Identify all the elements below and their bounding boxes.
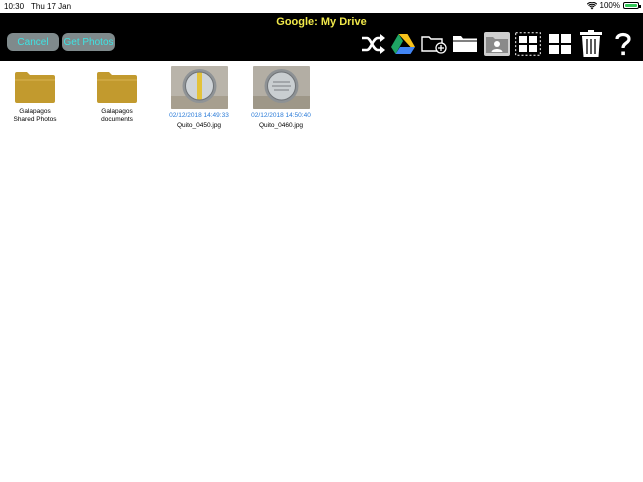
trash-icon[interactable] bbox=[578, 30, 604, 57]
photo-item[interactable]: 02/12/2018 14:50:40 Quito_0460.jpg bbox=[241, 61, 321, 130]
photo-timestamp: 02/12/2018 14:50:40 bbox=[251, 112, 311, 119]
status-right: 100% bbox=[586, 1, 641, 10]
photo-filename: Quito_0460.jpg bbox=[258, 122, 304, 129]
folder-label: Galapagos Shared Photos bbox=[13, 108, 57, 123]
photo-thumbnail bbox=[252, 66, 310, 109]
google-drive-icon[interactable] bbox=[390, 31, 416, 57]
page-title: Google: My Drive bbox=[276, 16, 367, 28]
help-icon[interactable] bbox=[610, 31, 636, 57]
folder-label: Galapagos documents bbox=[101, 108, 133, 123]
shuffle-icon[interactable] bbox=[360, 31, 386, 57]
grid-icon[interactable] bbox=[547, 31, 573, 57]
photo-timestamp: 02/12/2018 14:49:33 bbox=[169, 112, 229, 119]
photo-item[interactable]: 02/12/2018 14:49:33 Quito_0450.jpg bbox=[159, 61, 239, 130]
status-time: 10:30 bbox=[4, 2, 25, 11]
battery-percent: 100% bbox=[599, 1, 620, 10]
folder-item-galapagos-documents[interactable]: Galapagos documents bbox=[77, 61, 157, 124]
new-folder-icon[interactable] bbox=[421, 31, 447, 57]
photo-thumbnail bbox=[170, 66, 228, 109]
toolbar: Google: My Drive Cancel Get Photos bbox=[0, 13, 643, 61]
battery-icon bbox=[623, 2, 641, 9]
status-date: Thu 17 Jan bbox=[31, 2, 72, 11]
photo-filename: Quito_0450.jpg bbox=[176, 122, 222, 129]
folder-item-galapagos-shared[interactable]: Galapagos Shared Photos bbox=[0, 61, 75, 124]
folder-icon[interactable] bbox=[452, 31, 478, 57]
status-bar: 10:30 Thu 17 Jan 100% bbox=[0, 0, 643, 13]
contact-folder-icon[interactable] bbox=[484, 31, 510, 57]
grid-select-icon[interactable] bbox=[515, 31, 541, 57]
folder-icon bbox=[15, 72, 55, 103]
wifi-icon bbox=[586, 1, 597, 9]
folder-icon bbox=[97, 72, 137, 103]
cancel-button[interactable]: Cancel bbox=[7, 33, 59, 51]
get-photos-button[interactable]: Get Photos bbox=[62, 33, 115, 51]
